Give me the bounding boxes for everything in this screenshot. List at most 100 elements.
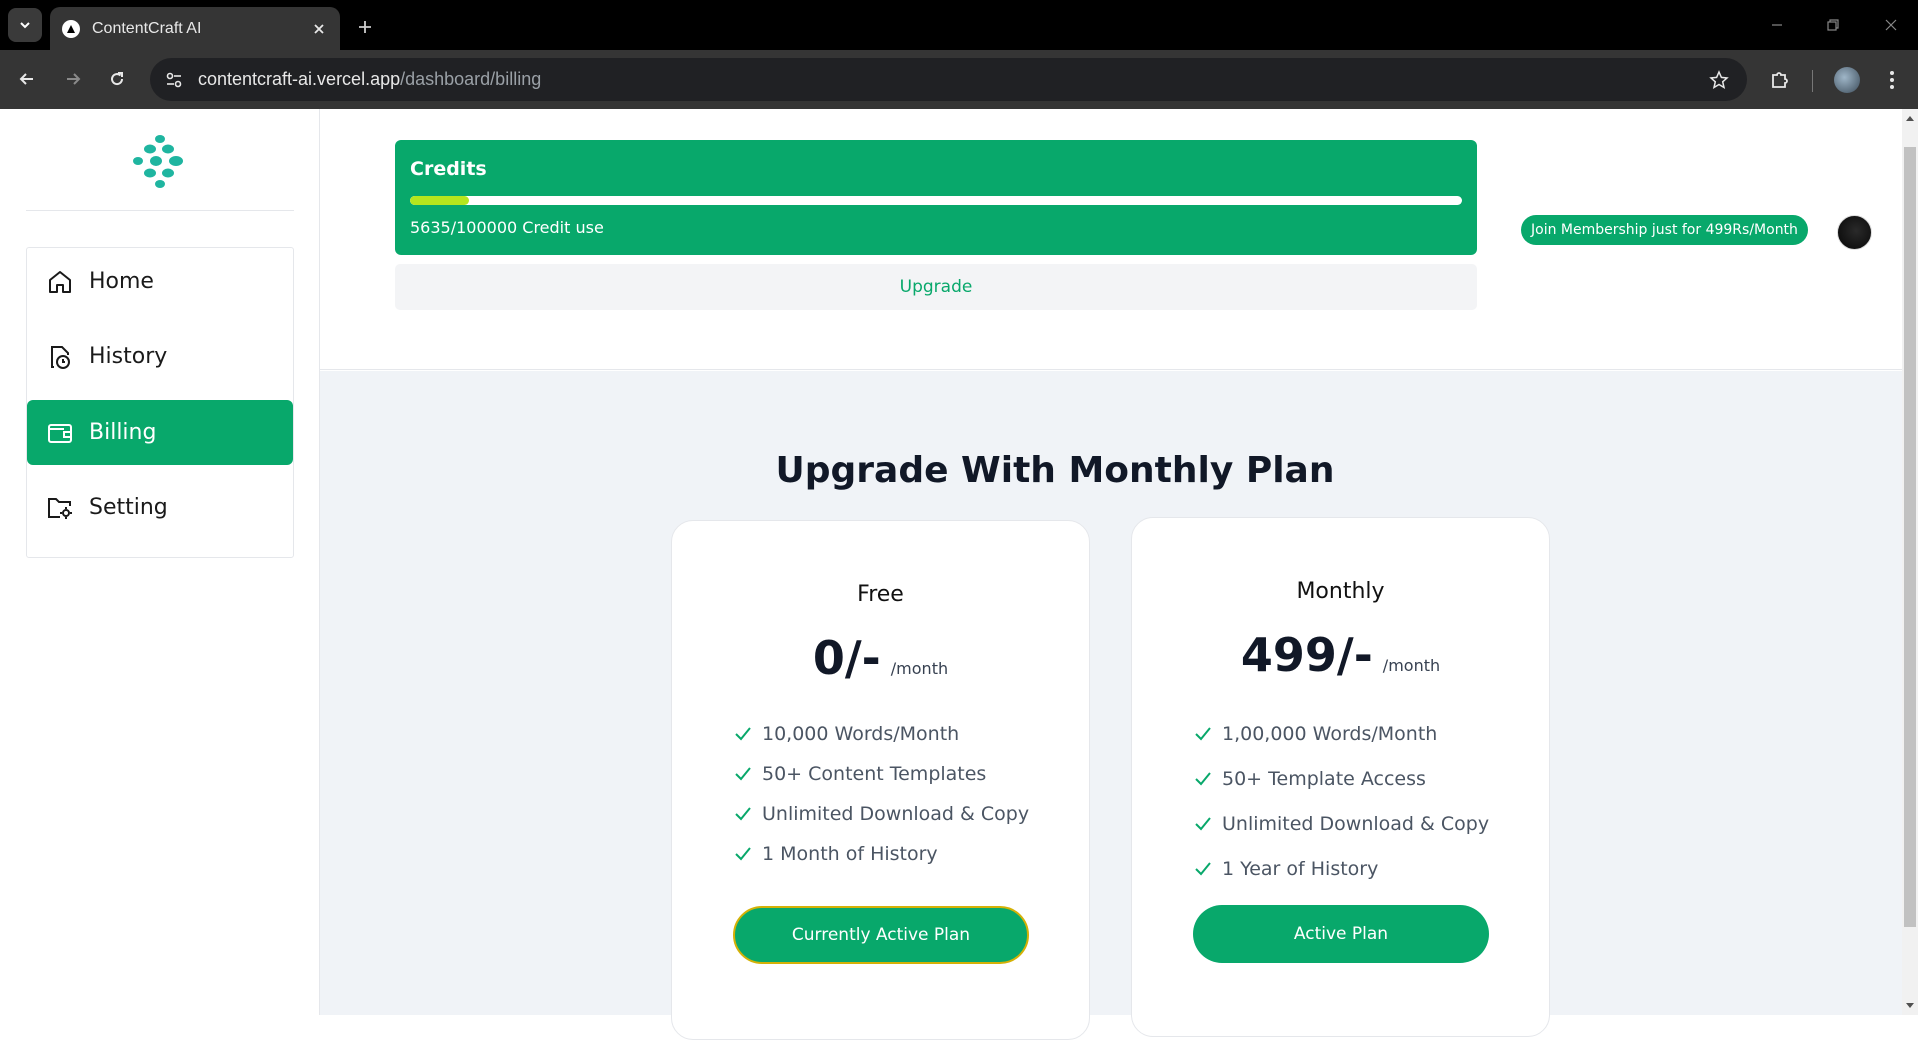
url-text: contentcraft-ai.vercel.app/dashboard/bil…	[198, 69, 541, 90]
plan-name: Free	[857, 582, 904, 607]
profile-button[interactable]	[1831, 64, 1863, 96]
browser-tab[interactable]: ContentCraft AI	[50, 7, 340, 50]
sidebar-item-label: Home	[89, 269, 154, 294]
page-scrollbar[interactable]	[1902, 109, 1918, 1015]
browser-tab-bar: ContentCraft AI	[0, 0, 1918, 50]
minimize-icon	[1772, 24, 1782, 26]
credits-section: Credits 5635/100000 Credit use Upgrade J…	[320, 109, 1902, 370]
bookmark-button[interactable]	[1705, 66, 1733, 94]
plan-feature: 10,000 Words/Month	[734, 714, 1029, 754]
profile-avatar	[1834, 67, 1860, 93]
minimize-window-button[interactable]	[1762, 12, 1792, 38]
plans-section: Upgrade With Monthly Plan Free 0/- /mont…	[320, 371, 1902, 1040]
close-window-button[interactable]	[1876, 12, 1906, 38]
active-plan-button[interactable]: Active Plan	[1193, 905, 1489, 963]
site-settings-icon[interactable]	[164, 70, 184, 90]
extensions-button[interactable]	[1764, 64, 1796, 96]
check-icon	[1194, 724, 1214, 744]
sidebar-item-label: History	[89, 344, 168, 369]
plan-price-amount: 499/-	[1240, 628, 1373, 682]
scroll-up-arrow-icon[interactable]	[1905, 113, 1915, 123]
sidebar-item-setting[interactable]: Setting	[27, 475, 293, 540]
new-tab-button[interactable]	[350, 12, 380, 42]
plan-feature: 50+ Content Templates	[734, 754, 1029, 794]
star-icon	[1709, 70, 1729, 90]
plan-feature-text: 1 Year of History	[1222, 857, 1379, 880]
plus-icon	[359, 21, 371, 33]
restore-icon	[1827, 19, 1839, 31]
plan-feature-text: Unlimited Download & Copy	[1222, 812, 1490, 835]
plan-price-period: /month	[890, 659, 949, 678]
sidebar-item-label: Billing	[89, 420, 157, 445]
plan-feature: 50+ Template Access	[1194, 756, 1489, 801]
vercel-favicon-icon	[62, 19, 80, 38]
plan-feature: 1 Year of History	[1194, 846, 1489, 891]
plan-feature-text: Unlimited Download & Copy	[762, 803, 1030, 825]
scrollbar-thumb[interactable]	[1904, 147, 1916, 927]
check-icon	[734, 724, 754, 744]
plans-heading: Upgrade With Monthly Plan	[775, 450, 1335, 491]
wallet-icon	[45, 418, 75, 448]
tab-search-button[interactable]	[8, 8, 42, 42]
tab-title: ContentCraft AI	[92, 19, 202, 37]
plan-feature: Unlimited Download & Copy	[734, 794, 1029, 834]
main-content: Credits 5635/100000 Credit use Upgrade J…	[320, 109, 1902, 1040]
sidebar-item-billing[interactable]: Billing	[27, 400, 293, 465]
upgrade-button[interactable]: Upgrade	[395, 264, 1477, 310]
app-logo[interactable]	[128, 133, 192, 189]
restore-window-button[interactable]	[1818, 12, 1848, 38]
sidebar-menu: Home History Billing Setting	[26, 247, 294, 558]
check-icon	[734, 844, 754, 864]
credits-card: Credits 5635/100000 Credit use	[395, 140, 1477, 255]
check-icon	[734, 804, 754, 824]
folder-settings-icon	[45, 493, 75, 523]
reload-icon	[111, 72, 124, 86]
logo-dots-icon	[133, 135, 183, 188]
currently-active-plan-button[interactable]: Currently Active Plan	[733, 906, 1029, 964]
plan-feature: 1 Month of History	[734, 834, 1029, 874]
plan-price-amount: 0/-	[812, 631, 881, 685]
check-icon	[1194, 814, 1214, 834]
plan-feature-text: 50+ Template Access	[1222, 767, 1426, 790]
check-icon	[734, 764, 754, 784]
plan-feature: 1,00,000 Words/Month	[1194, 711, 1489, 756]
plan-price: 0/- /month	[672, 631, 1089, 685]
url-host: contentcraft-ai.vercel.app	[198, 69, 401, 89]
plan-feature-list: 1,00,000 Words/Month 50+ Template Access…	[1194, 711, 1489, 891]
credits-usage-text: 5635/100000 Credit use	[410, 218, 604, 237]
credits-progress-bar	[410, 196, 1462, 205]
sidebar-divider	[26, 210, 294, 211]
forward-button[interactable]	[56, 62, 90, 96]
history-icon	[45, 342, 75, 372]
sidebar-item-home[interactable]: Home	[27, 249, 293, 314]
check-icon	[1194, 859, 1214, 879]
url-path: /dashboard/billing	[400, 69, 542, 89]
browser-menu-button[interactable]	[1876, 64, 1908, 96]
user-avatar[interactable]	[1837, 215, 1872, 250]
plan-feature-text: 10,000 Words/Month	[762, 723, 960, 745]
close-tab-icon[interactable]	[306, 16, 332, 42]
puzzle-icon	[1772, 72, 1788, 88]
membership-badge[interactable]: Join Membership just for 499Rs/Month	[1521, 215, 1808, 245]
plan-feature-list: 10,000 Words/Month 50+ Content Templates…	[734, 714, 1029, 874]
plan-feature-text: 50+ Content Templates	[762, 763, 987, 785]
address-bar[interactable]: contentcraft-ai.vercel.app/dashboard/bil…	[150, 58, 1747, 101]
reload-button[interactable]	[100, 62, 134, 96]
plan-price-period: /month	[1382, 656, 1441, 675]
credits-progress-fill	[410, 196, 470, 205]
sidebar: Home History Billing Setting	[0, 109, 320, 1015]
plan-card-monthly: Monthly 499/- /month 1,00,000 Words/Mont…	[1131, 517, 1550, 1037]
page: Home History Billing Setting Credits 563…	[0, 109, 1918, 1040]
back-button[interactable]	[10, 62, 44, 96]
plan-price: 499/- /month	[1132, 628, 1549, 682]
sidebar-item-history[interactable]: History	[27, 324, 293, 389]
chevron-down-icon	[20, 22, 30, 29]
check-icon	[1194, 769, 1214, 789]
close-icon	[1885, 19, 1897, 31]
plan-name: Monthly	[1296, 579, 1385, 604]
home-icon	[45, 267, 75, 297]
sidebar-item-label: Setting	[89, 495, 168, 520]
scroll-down-arrow-icon[interactable]	[1905, 1001, 1915, 1011]
plan-feature-text: 1 Month of History	[762, 843, 938, 865]
kebab-menu-icon	[1890, 71, 1894, 89]
